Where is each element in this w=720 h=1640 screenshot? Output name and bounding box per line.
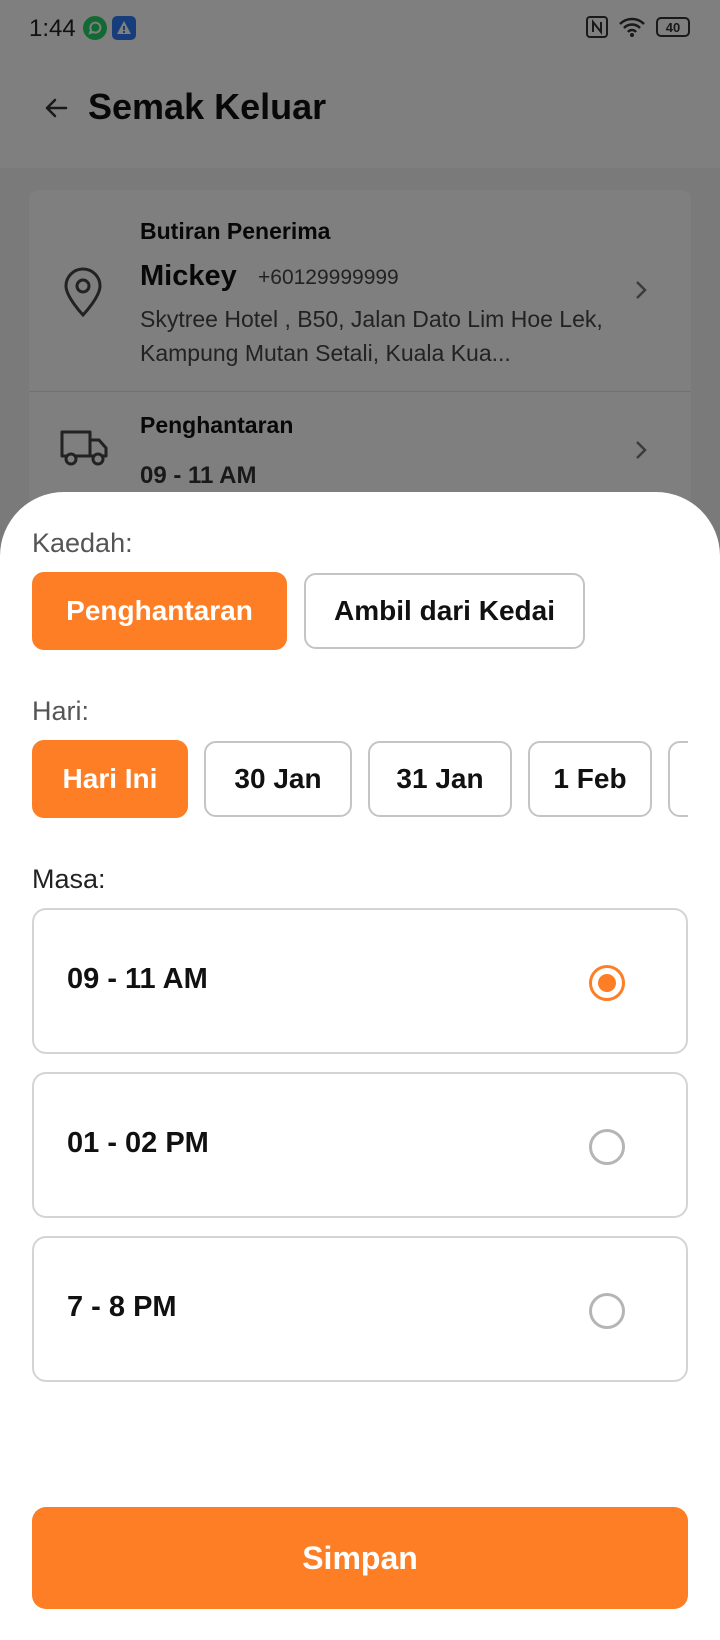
day-1-feb-button[interactable]: 1 Feb [528, 741, 652, 817]
time-label: Masa: [32, 864, 106, 894]
radio-unselected[interactable] [589, 1293, 625, 1329]
time-option[interactable]: 7 - 8 PM [32, 1236, 688, 1382]
day-next-button[interactable] [668, 741, 688, 817]
time-option[interactable]: 01 - 02 PM [32, 1072, 688, 1218]
method-delivery-button[interactable]: Penghantaran [32, 572, 287, 650]
method-selector: Penghantaran Ambil dari Kedai [32, 572, 585, 650]
time-option[interactable]: 09 - 11 AM [32, 908, 688, 1054]
save-button[interactable]: Simpan [32, 1507, 688, 1609]
method-label: Kaedah: [32, 528, 133, 558]
radio-unselected[interactable] [589, 1129, 625, 1165]
method-pickup-button[interactable]: Ambil dari Kedai [304, 573, 585, 649]
time-option-label: 7 - 8 PM [67, 1291, 177, 1323]
radio-selected[interactable] [589, 965, 625, 1001]
delivery-options-sheet: Kaedah: Penghantaran Ambil dari Kedai Ha… [0, 492, 720, 1640]
day-today-button[interactable]: Hari Ini [32, 740, 188, 818]
time-option-label: 01 - 02 PM [67, 1127, 209, 1159]
day-31-jan-button[interactable]: 31 Jan [368, 741, 512, 817]
day-label: Hari: [32, 696, 90, 726]
time-option-label: 09 - 11 AM [67, 963, 208, 995]
day-selector[interactable]: Hari Ini 30 Jan 31 Jan 1 Feb [32, 740, 688, 820]
day-30-jan-button[interactable]: 30 Jan [204, 741, 352, 817]
